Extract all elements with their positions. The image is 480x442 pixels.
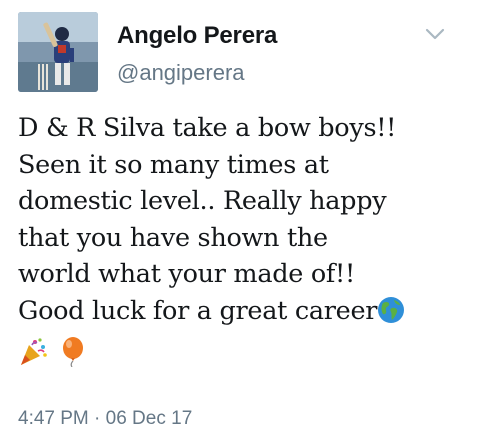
tweet-timestamp[interactable]: 4:47 PM · 06 Dec 17 [18, 408, 192, 430]
party-popper-icon [18, 337, 48, 378]
tweet-text-line: Seen it so many times at [18, 149, 329, 180]
globe-americas-icon [377, 296, 405, 335]
tweet-text-line: D & R Silva take a bow boys!! [18, 113, 397, 143]
author-display-name[interactable]: Angelo Perera [117, 22, 277, 50]
tweet-text-line: Good luck for a great career [18, 295, 378, 326]
tweet-text-line: domestic level.. Really happy [18, 186, 387, 216]
chevron-down-icon[interactable] [422, 24, 448, 44]
tweet-text: D & R Silva take a bow boys!! Seen it so… [18, 110, 468, 374]
trailing-emojis [18, 336, 468, 374]
tweet-text-line-with-emoji: Good luck for a great career [18, 293, 468, 335]
author-handle[interactable]: @angiperera [117, 60, 245, 86]
avatar[interactable] [18, 12, 98, 92]
balloon-icon [56, 337, 86, 378]
tweet-text-line: world what your made of!! [18, 259, 355, 289]
cricketer-avatar-image [18, 12, 98, 92]
tweet-text-line: that you have shown the [18, 222, 328, 253]
